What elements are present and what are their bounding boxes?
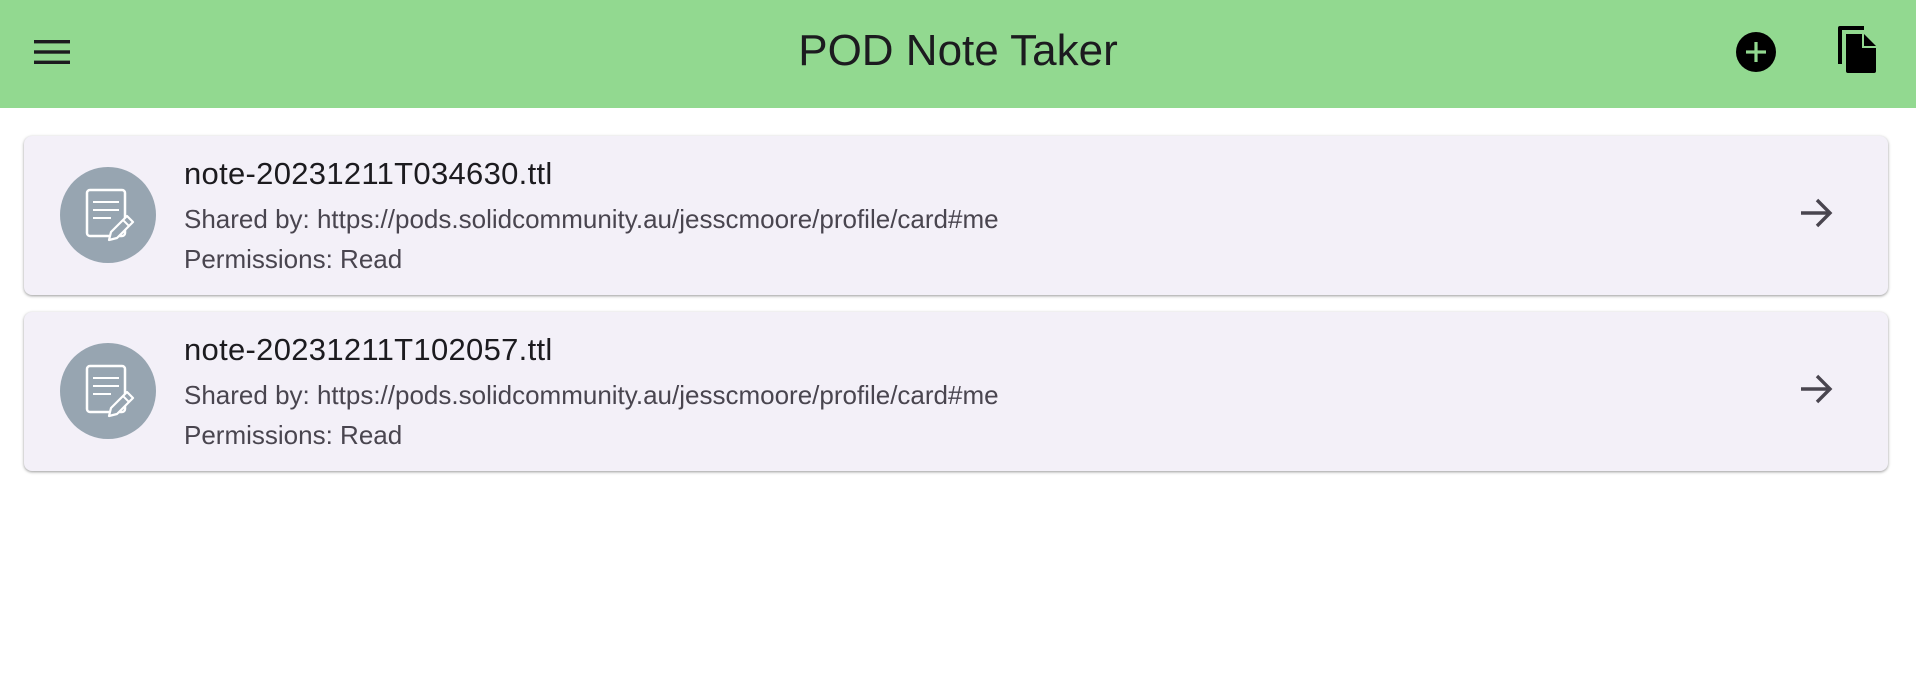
note-filename: note-20231211T102057.ttl [184, 332, 553, 367]
note-filename: note-20231211T034630.ttl [184, 156, 553, 191]
note-shared-by: Shared by: https://pods.solidcommunity.a… [184, 204, 999, 234]
add-circle-icon [1734, 30, 1778, 79]
arrow-forward-icon [1796, 193, 1836, 238]
shared-files-button[interactable] [1828, 24, 1884, 80]
note-permissions: Permissions: Read [184, 244, 403, 274]
open-note-button[interactable] [1792, 191, 1840, 239]
app-bar: POD Note Taker [0, 0, 1916, 108]
open-note-button[interactable] [1792, 367, 1840, 415]
file-copy-icon [1834, 25, 1878, 79]
shared-notes-list: note-20231211T034630.ttl Shared by: http… [24, 136, 1888, 488]
add-note-button[interactable] [1730, 28, 1782, 80]
note-shared-by: Shared by: https://pods.solidcommunity.a… [184, 380, 999, 410]
page-title: POD Note Taker [798, 26, 1118, 75]
note-permissions: Permissions: Read [184, 420, 403, 450]
note-edit-icon [60, 343, 156, 439]
list-item[interactable]: note-20231211T034630.ttl Shared by: http… [24, 136, 1888, 295]
arrow-forward-icon [1796, 369, 1836, 414]
list-item[interactable]: note-20231211T102057.ttl Shared by: http… [24, 312, 1888, 471]
note-edit-icon [60, 167, 156, 263]
menu-icon [32, 37, 72, 72]
menu-button[interactable] [24, 30, 80, 78]
